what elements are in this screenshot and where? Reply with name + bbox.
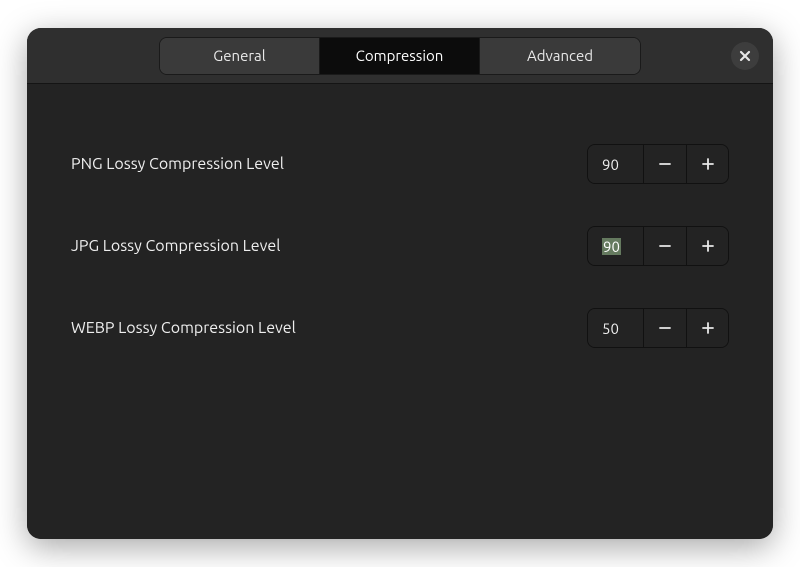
tab-label: General — [213, 47, 265, 64]
setting-label: JPG Lossy Compression Level — [71, 237, 280, 255]
png-level-decrement[interactable] — [644, 145, 686, 183]
webp-level-stepper: 50 — [587, 308, 729, 348]
tab-group: General Compression Advanced — [159, 37, 641, 75]
setting-row-webp: WEBP Lossy Compression Level 50 — [71, 308, 729, 348]
close-icon — [739, 50, 751, 62]
content-area: PNG Lossy Compression Level 90 JPG Lossy… — [27, 84, 773, 539]
png-level-input[interactable]: 90 — [588, 145, 644, 183]
tab-label: Advanced — [527, 47, 593, 64]
jpg-level-stepper: 90 — [587, 226, 729, 266]
minus-icon — [658, 157, 672, 171]
close-button[interactable] — [731, 42, 759, 70]
setting-row-png: PNG Lossy Compression Level 90 — [71, 144, 729, 184]
tab-advanced[interactable]: Advanced — [480, 38, 640, 74]
settings-window: General Compression Advanced PNG Lossy C… — [27, 28, 773, 539]
minus-icon — [658, 239, 672, 253]
jpg-level-input[interactable]: 90 — [588, 227, 644, 265]
plus-icon — [701, 321, 715, 335]
stepper-value: 50 — [602, 320, 619, 337]
tab-general[interactable]: General — [160, 38, 320, 74]
header-bar: General Compression Advanced — [27, 28, 773, 84]
png-level-stepper: 90 — [587, 144, 729, 184]
webp-level-input[interactable]: 50 — [588, 309, 644, 347]
webp-level-decrement[interactable] — [644, 309, 686, 347]
stepper-value: 90 — [602, 156, 619, 173]
setting-row-jpg: JPG Lossy Compression Level 90 — [71, 226, 729, 266]
plus-icon — [701, 239, 715, 253]
minus-icon — [658, 321, 672, 335]
tab-compression[interactable]: Compression — [320, 38, 480, 74]
webp-level-increment[interactable] — [686, 309, 728, 347]
stepper-value: 90 — [602, 238, 621, 255]
setting-label: WEBP Lossy Compression Level — [71, 319, 296, 337]
tab-label: Compression — [356, 47, 444, 64]
plus-icon — [701, 157, 715, 171]
jpg-level-increment[interactable] — [686, 227, 728, 265]
jpg-level-decrement[interactable] — [644, 227, 686, 265]
png-level-increment[interactable] — [686, 145, 728, 183]
setting-label: PNG Lossy Compression Level — [71, 155, 284, 173]
